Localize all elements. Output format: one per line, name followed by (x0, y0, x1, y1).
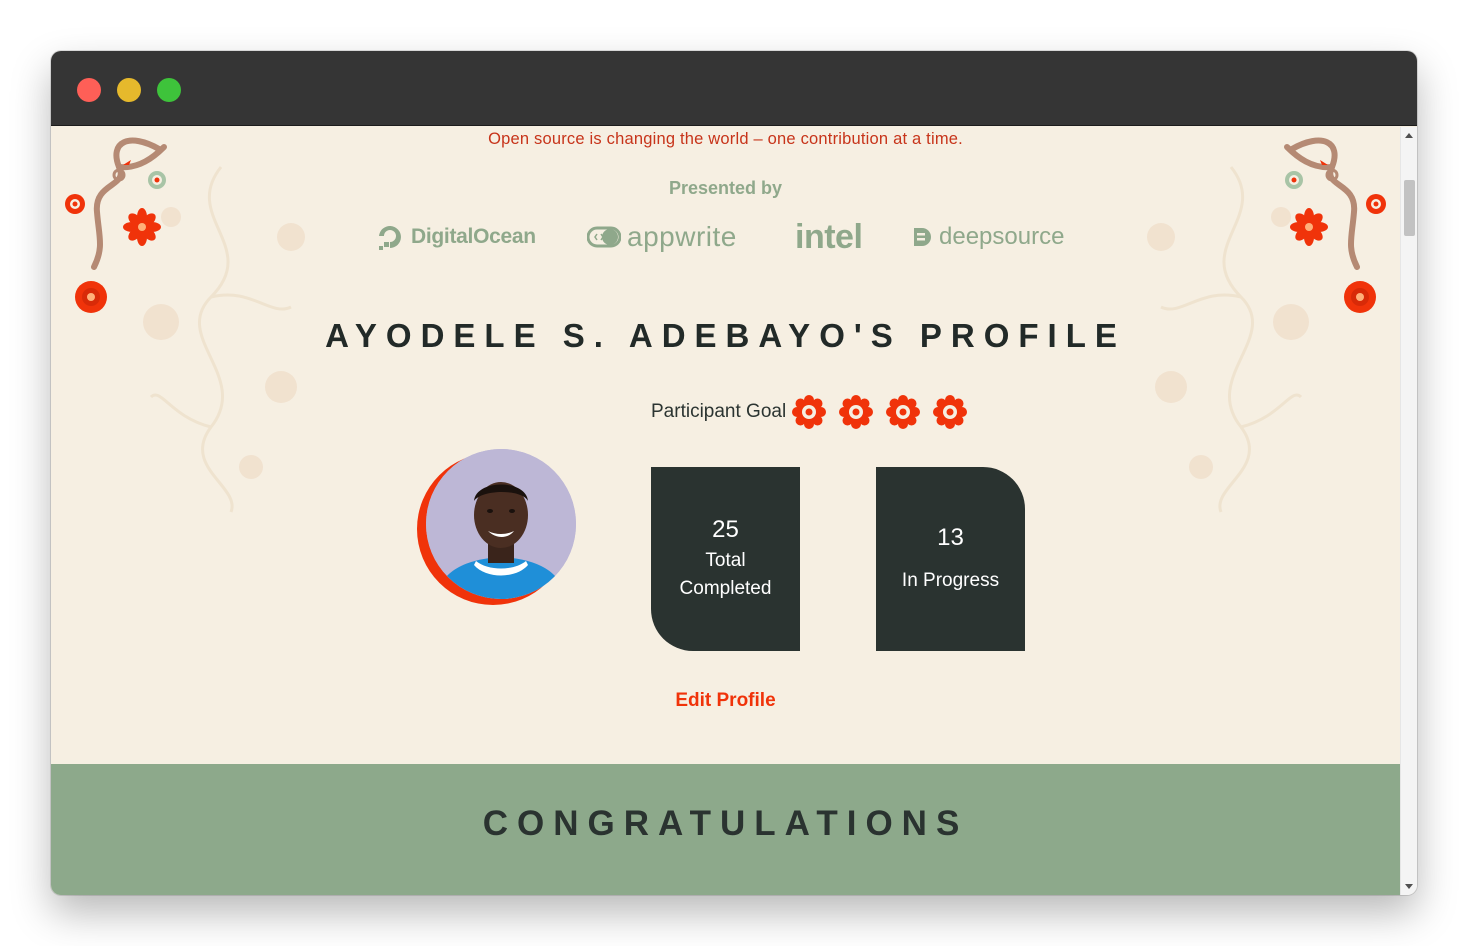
scrollbar-thumb[interactable] (1404, 180, 1415, 236)
minimize-window-button[interactable] (117, 78, 141, 102)
browser-window: Open source is changing the world – one … (51, 51, 1417, 895)
stat-label: In Progress (902, 567, 999, 595)
close-window-button[interactable] (77, 78, 101, 102)
stat-label-line: Total (705, 550, 746, 571)
participant-goal: Participant Goal (651, 394, 980, 430)
stat-label-line: Completed (679, 578, 772, 599)
sponsor-deepsource[interactable]: deepsource (911, 217, 1064, 257)
sponsor-digitalocean[interactable]: DigitalOcean (375, 217, 536, 257)
vertical-scrollbar[interactable] (1400, 127, 1417, 895)
sponsor-name: intel (795, 217, 863, 256)
deepsource-logo-icon (914, 228, 931, 246)
stat-label: Total Completed (680, 547, 772, 603)
stat-value: 25 (712, 516, 739, 543)
stat-label-line: In Progress (901, 570, 1000, 591)
goal-flower-icon (792, 395, 827, 429)
goal-flower-icon (886, 395, 921, 429)
presented-by-label: Presented by (668, 178, 783, 198)
avatar-photo (426, 449, 576, 599)
stat-value: 13 (937, 524, 964, 551)
window-titlebar (51, 51, 1417, 126)
congratulations-section: CONGRATULATIONS (51, 764, 1400, 895)
profile-title: AYODELE S. ADEBAYO'S PROFILE (325, 317, 1126, 354)
sponsor-name: appwrite (627, 221, 737, 252)
stat-card-in-progress: 13 In Progress (876, 467, 1025, 651)
appwrite-logo-icon (587, 226, 621, 248)
sponsor-logos: DigitalOcean appwrite intel deepsource (51, 217, 1400, 257)
edit-profile-link[interactable]: Edit Profile (51, 690, 1400, 712)
scroll-down-arrow-icon[interactable] (1405, 884, 1413, 889)
goal-flower-icon (933, 395, 968, 429)
profile-avatar (417, 449, 577, 609)
person-portrait (426, 449, 576, 599)
sponsor-intel[interactable]: intel (795, 217, 863, 257)
sponsor-name: deepsource (939, 223, 1065, 250)
participant-goal-label: Participant Goal (651, 401, 787, 422)
sponsor-appwrite[interactable]: appwrite (587, 217, 737, 257)
tagline-text: Open source is changing the world – one … (488, 130, 963, 148)
congratulations-heading: CONGRATULATIONS (482, 804, 969, 843)
sponsor-name: DigitalOcean (411, 225, 536, 248)
page-viewport: Open source is changing the world – one … (51, 127, 1400, 895)
digitalocean-logo-icon (379, 226, 401, 250)
goal-flower-icon (839, 395, 874, 429)
stat-card-total-completed: 25 Total Completed (651, 467, 800, 651)
scroll-up-arrow-icon[interactable] (1405, 133, 1413, 138)
maximize-window-button[interactable] (157, 78, 181, 102)
